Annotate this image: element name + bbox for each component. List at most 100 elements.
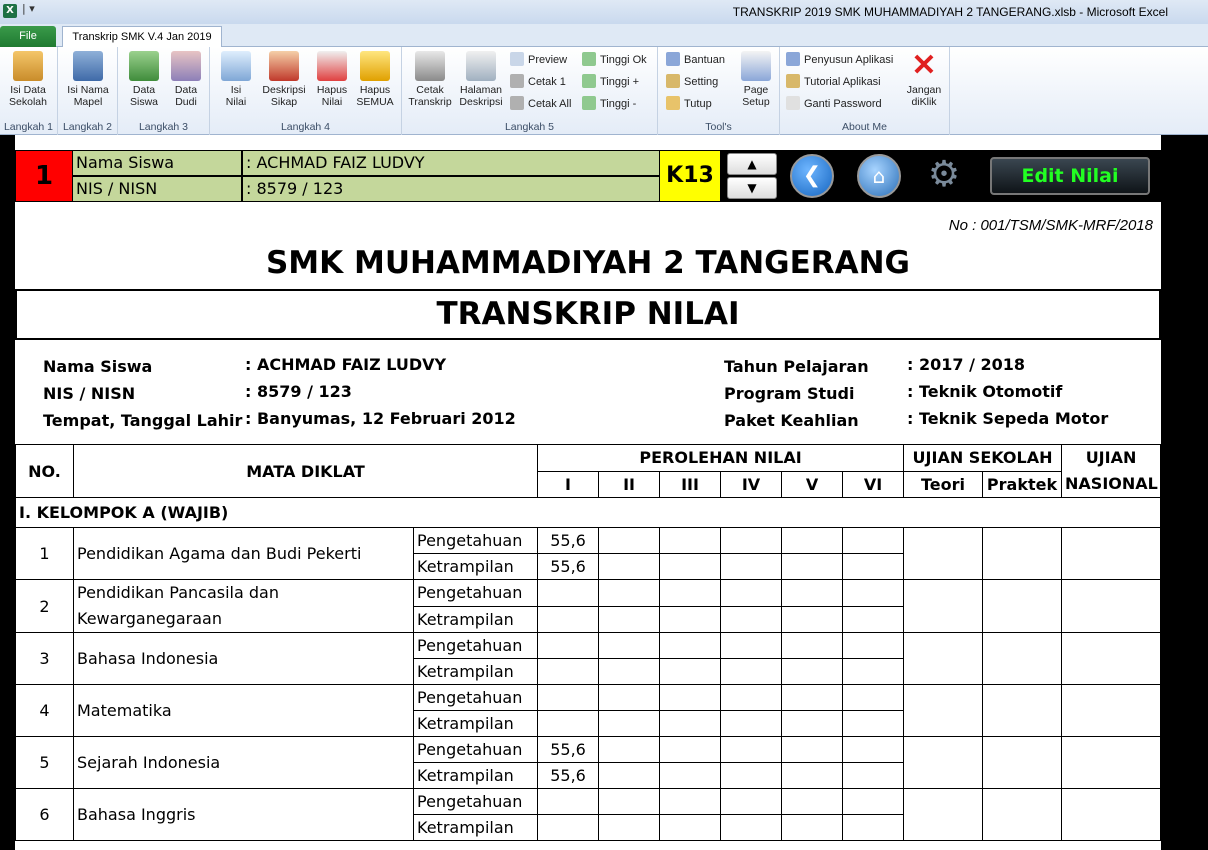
cetak-all-button[interactable]: Cetak All: [510, 95, 571, 113]
grade-cell[interactable]: [537, 658, 600, 685]
nasional-cell[interactable]: [1061, 736, 1162, 789]
grade-cell[interactable]: [720, 762, 783, 789]
grade-cell[interactable]: [720, 684, 783, 711]
nasional-cell[interactable]: [1061, 527, 1162, 580]
settings-button[interactable]: ⚙: [922, 154, 966, 198]
jangan-diklik-button[interactable]: ✕ Jangan diKlik: [902, 51, 946, 109]
grade-cell[interactable]: [720, 605, 783, 633]
halaman-deskripsi-button[interactable]: Halaman Deskripsi: [456, 51, 506, 108]
grade-cell[interactable]: [598, 762, 661, 789]
grade-cell[interactable]: [842, 553, 905, 580]
grade-cell[interactable]: [781, 605, 844, 633]
subject-no[interactable]: 1: [15, 527, 74, 580]
grade-cell[interactable]: [842, 632, 905, 659]
hapus-nilai-button[interactable]: Hapus Nilai: [310, 51, 354, 108]
nasional-cell[interactable]: [1061, 579, 1162, 633]
grade-cell[interactable]: [720, 736, 783, 763]
teori-cell[interactable]: [903, 684, 984, 737]
praktek-cell[interactable]: [982, 579, 1063, 633]
grade-cell[interactable]: [842, 736, 905, 763]
preview-button[interactable]: Preview: [510, 51, 567, 69]
tinggi-plus-button[interactable]: Tinggi +: [582, 73, 639, 91]
praktek-cell[interactable]: [982, 632, 1063, 685]
grade-cell[interactable]: 55,6: [537, 736, 600, 763]
grade-cell[interactable]: [659, 579, 722, 607]
grade-cell[interactable]: [842, 605, 905, 633]
grade-cell[interactable]: [598, 605, 661, 633]
subject-name[interactable]: Matematika: [73, 684, 414, 737]
grade-cell[interactable]: [537, 788, 600, 815]
aspect-label[interactable]: Pengetahuan: [412, 684, 539, 711]
teori-cell[interactable]: [903, 579, 984, 633]
edit-nilai-button[interactable]: Edit Nilai: [990, 157, 1150, 195]
aspect-label[interactable]: Pengetahuan: [412, 788, 539, 815]
grade-cell[interactable]: [537, 605, 600, 633]
grade-cell[interactable]: [781, 736, 844, 763]
grade-cell[interactable]: [720, 553, 783, 580]
previous-student-button[interactable]: ▲: [727, 153, 777, 175]
nasional-cell[interactable]: [1061, 684, 1162, 737]
subject-name[interactable]: Sejarah Indonesia: [73, 736, 414, 789]
deskripsi-sikap-button[interactable]: Deskripsi Sikap: [260, 51, 308, 108]
grade-cell[interactable]: [781, 553, 844, 580]
grade-cell[interactable]: [598, 527, 661, 554]
subject-no[interactable]: 2: [15, 579, 74, 633]
aspect-label[interactable]: Pengetahuan: [412, 632, 539, 659]
grade-cell[interactable]: [720, 527, 783, 554]
cetak-1-button[interactable]: Cetak 1: [510, 73, 566, 91]
grade-cell[interactable]: [720, 658, 783, 685]
grade-cell[interactable]: [598, 788, 661, 815]
aspect-label[interactable]: Pengetahuan: [412, 736, 539, 763]
grade-cell[interactable]: [598, 658, 661, 685]
aspect-label[interactable]: Pengetahuan: [412, 527, 539, 554]
grade-cell[interactable]: [659, 814, 722, 841]
hapus-semua-button[interactable]: Hapus SEMUA: [352, 51, 398, 108]
tutorial-aplikasi-button[interactable]: Tutorial Aplikasi: [786, 73, 881, 91]
page-setup-button[interactable]: Page Setup: [734, 51, 778, 108]
grade-cell[interactable]: 55,6: [537, 553, 600, 580]
grade-cell[interactable]: [720, 788, 783, 815]
teori-cell[interactable]: [903, 788, 984, 841]
grade-cell[interactable]: [842, 788, 905, 815]
tab-transkrip[interactable]: Transkrip SMK V.4 Jan 2019: [62, 26, 222, 48]
grade-cell[interactable]: [659, 736, 722, 763]
data-siswa-button[interactable]: Data Siswa: [122, 51, 166, 108]
grade-cell[interactable]: [659, 605, 722, 633]
back-button[interactable]: ❮: [790, 154, 834, 198]
teori-cell[interactable]: [903, 527, 984, 580]
file-tab[interactable]: File: [0, 26, 56, 47]
subject-name[interactable]: Bahasa Indonesia: [73, 632, 414, 685]
grade-cell[interactable]: [659, 710, 722, 737]
grade-cell[interactable]: [781, 579, 844, 607]
nasional-cell[interactable]: [1061, 632, 1162, 685]
grade-cell[interactable]: [598, 579, 661, 607]
grade-cell[interactable]: [842, 710, 905, 737]
grade-cell[interactable]: [781, 710, 844, 737]
praktek-cell[interactable]: [982, 527, 1063, 580]
subject-no[interactable]: 5: [15, 736, 74, 789]
grade-cell[interactable]: [659, 684, 722, 711]
grade-cell[interactable]: [598, 710, 661, 737]
grade-cell[interactable]: [842, 527, 905, 554]
teori-cell[interactable]: [903, 736, 984, 789]
praktek-cell[interactable]: [982, 788, 1063, 841]
grade-cell[interactable]: 55,6: [537, 527, 600, 554]
grade-cell[interactable]: [598, 553, 661, 580]
grade-cell[interactable]: [781, 762, 844, 789]
grade-cell[interactable]: [720, 814, 783, 841]
grade-cell[interactable]: [842, 762, 905, 789]
cetak-transkrip-button[interactable]: Cetak Transkrip: [406, 51, 454, 108]
grade-cell[interactable]: [659, 762, 722, 789]
teori-cell[interactable]: [903, 632, 984, 685]
home-button[interactable]: ⌂: [857, 154, 901, 198]
subject-no[interactable]: 3: [15, 632, 74, 685]
aspect-label[interactable]: Pengetahuan: [412, 579, 539, 607]
tinggi-minus-button[interactable]: Tinggi -: [582, 95, 636, 113]
grade-cell[interactable]: [537, 684, 600, 711]
grade-cell[interactable]: [598, 736, 661, 763]
grade-cell[interactable]: [781, 814, 844, 841]
grade-cell[interactable]: [781, 658, 844, 685]
subject-name[interactable]: Pendidikan Agama dan Budi Pekerti: [73, 527, 414, 580]
grade-cell[interactable]: [659, 658, 722, 685]
grade-cell[interactable]: [781, 788, 844, 815]
